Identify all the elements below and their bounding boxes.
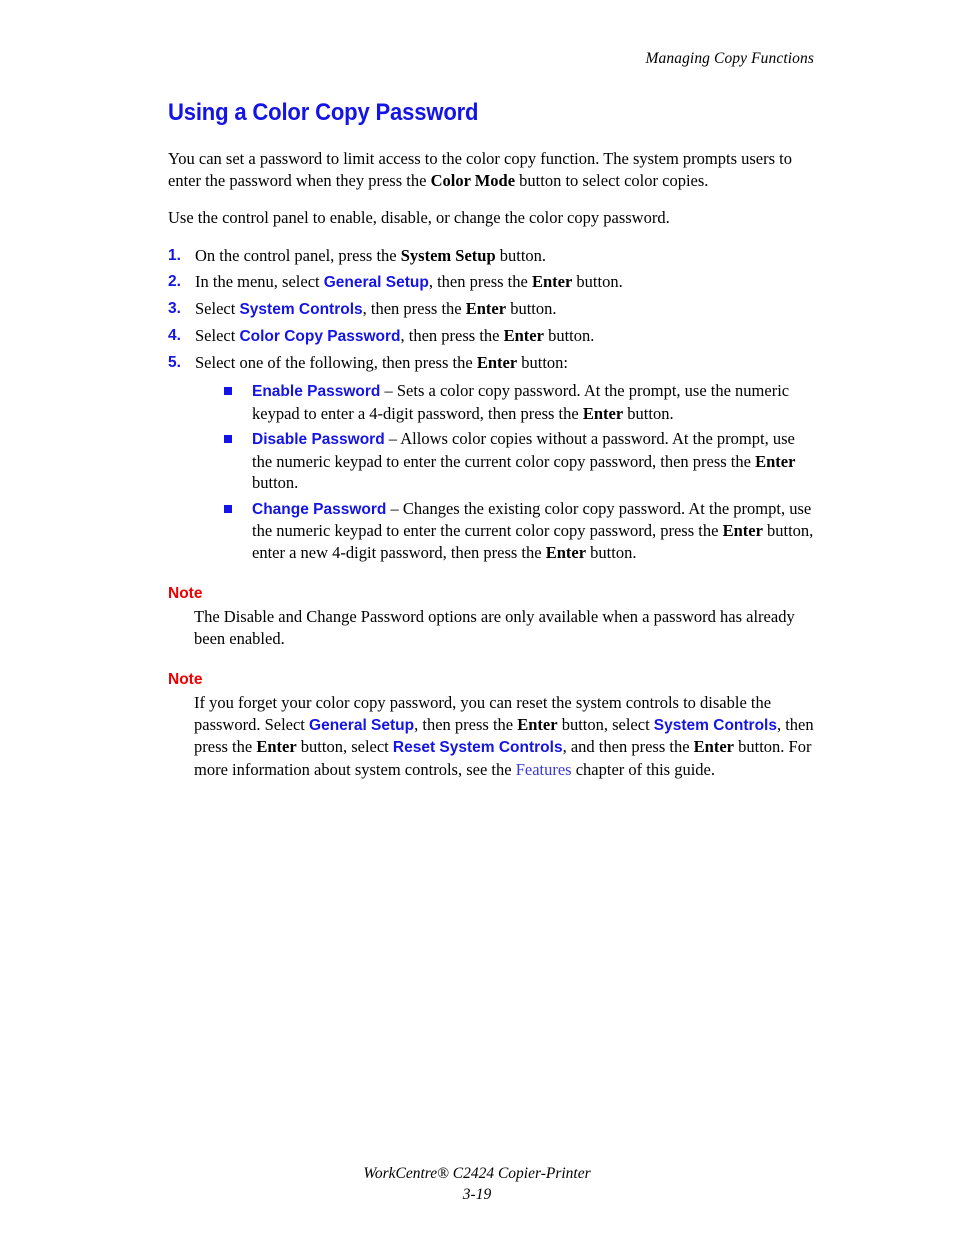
option-disable-bold-enter: Enter (755, 451, 796, 471)
footer-page-number: 3-19 (462, 1186, 492, 1203)
step-4-bold-enter: Enter (503, 325, 544, 345)
step-item-3: 3. Select System Controls, then press the… (168, 298, 814, 321)
intro-paragraph-1: You can set a password to limit access t… (168, 148, 814, 191)
note-body-2: If you forget your color copy password, … (194, 692, 814, 780)
option-label-enable-password: Enable Password (252, 383, 381, 400)
intro-p1-part-b: button to select color copies. (515, 170, 709, 190)
option-change-bold-enter-1: Enter (722, 521, 763, 540)
square-bullet-icon (224, 504, 232, 513)
note2-bold-enter-2: Enter (256, 737, 297, 756)
note2-text-h: chapter of this guide. (571, 759, 716, 779)
option-label-change-password: Change Password (252, 500, 387, 518)
square-bullet-icon (224, 387, 232, 395)
note-body-1: The Disable and Change Password options … (194, 607, 795, 648)
step-item-2: 2. In the menu, select General Setup, the… (168, 271, 814, 294)
option-change-text-c: button. (586, 542, 637, 562)
note2-menu-reset-system-controls: Reset System Controls (392, 739, 563, 756)
step-1-bold-system-setup: System Setup (400, 245, 496, 265)
running-header: Managing Copy Functions (645, 50, 814, 67)
list-item-change-password: Change Password – Changes the existing c… (220, 498, 814, 564)
step-4-text-b: , then press the (400, 325, 504, 345)
step-3-text-c: button. (506, 298, 557, 318)
step-item-4: 4. Select Color Copy Password, then press… (168, 325, 814, 348)
step-1-text-b: button. (495, 245, 547, 265)
main-content: Using a Color Copy Password You can set … (168, 100, 814, 780)
step-2-menu-general-setup: General Setup (323, 273, 429, 291)
step-item-1: 1. On the control panel, press the System… (168, 245, 814, 267)
option-disable-text-b: button. (252, 473, 299, 492)
step-number-1: 1. (168, 246, 181, 264)
step-2-text-b: , then press the (428, 271, 532, 291)
step-number-2: 2. (168, 272, 181, 290)
square-bullet-icon (224, 435, 232, 443)
step-2-text-c: button. (572, 271, 623, 291)
note-block-2: Note If you forget your color copy passw… (168, 671, 814, 780)
option-change-bold-enter-2: Enter (545, 542, 587, 562)
page-footer: WorkCentre® C2424 Copier-Printer 3-19 (0, 1163, 954, 1205)
list-item-enable-password: Enable Password – Sets a color copy pass… (220, 380, 814, 424)
note-label-1: Note (168, 585, 203, 602)
step-5-bold-enter: Enter (476, 352, 518, 372)
intro-paragraph-2: Use the control panel to enable, disable… (168, 208, 670, 227)
page-title: Using a Color Copy Password (168, 99, 479, 126)
note2-bold-enter-1: Enter (517, 714, 558, 734)
step-3-bold-enter: Enter (465, 298, 507, 318)
note2-text-f: , and then press the (562, 737, 694, 756)
cross-reference-link-features[interactable]: Features (516, 760, 572, 779)
step-3-text-a: Select (195, 298, 240, 318)
step-number-5: 5. (168, 353, 181, 371)
note2-text-b: , then press the (414, 714, 518, 734)
footer-product-name: WorkCentre® C2424 Copier-Printer (363, 1165, 591, 1182)
note2-bold-enter-3: Enter (693, 737, 734, 756)
step-5-text-a: Select one of the following, then press … (195, 352, 477, 372)
note2-text-e: button, select (296, 737, 393, 756)
step-number-4: 4. (168, 326, 181, 344)
option-enable-bold-enter: Enter (582, 403, 624, 423)
list-item-disable-password: Disable Password – Allows color copies w… (220, 428, 814, 494)
step-number-3: 3. (168, 299, 181, 317)
note2-text-c: button, select (557, 714, 654, 734)
step-4-text-a: Select (195, 325, 240, 345)
page-canvas: Managing Copy Functions Using a Color Co… (0, 0, 954, 1235)
option-enable-text-b: button. (623, 403, 674, 423)
option-label-disable-password: Disable Password (252, 431, 385, 448)
step-1-text-a: On the control panel, press the (195, 245, 401, 265)
step-3-text-b: , then press the (362, 298, 466, 318)
step-5-text-b: button: (517, 352, 569, 372)
step-4-menu-color-copy-password: Color Copy Password (239, 327, 401, 345)
intro-p1-bold-color-mode: Color Mode (430, 170, 516, 190)
step-3-menu-system-controls: System Controls (239, 300, 363, 318)
procedure-steps-list: 1. On the control panel, press the System… (168, 245, 814, 564)
step-4-text-c: button. (543, 325, 595, 345)
note2-menu-system-controls: System Controls (653, 716, 777, 734)
note-label-2: Note (168, 671, 203, 688)
step-2-bold-enter: Enter (531, 271, 573, 291)
note-block-1: Note The Disable and Change Password opt… (168, 585, 814, 649)
step-2-text-a: In the menu, select (195, 271, 324, 291)
step-item-5: 5. Select one of the following, then pres… (168, 352, 814, 564)
password-options-list: Enable Password – Sets a color copy pass… (195, 380, 814, 563)
note2-menu-general-setup: General Setup (309, 716, 415, 734)
